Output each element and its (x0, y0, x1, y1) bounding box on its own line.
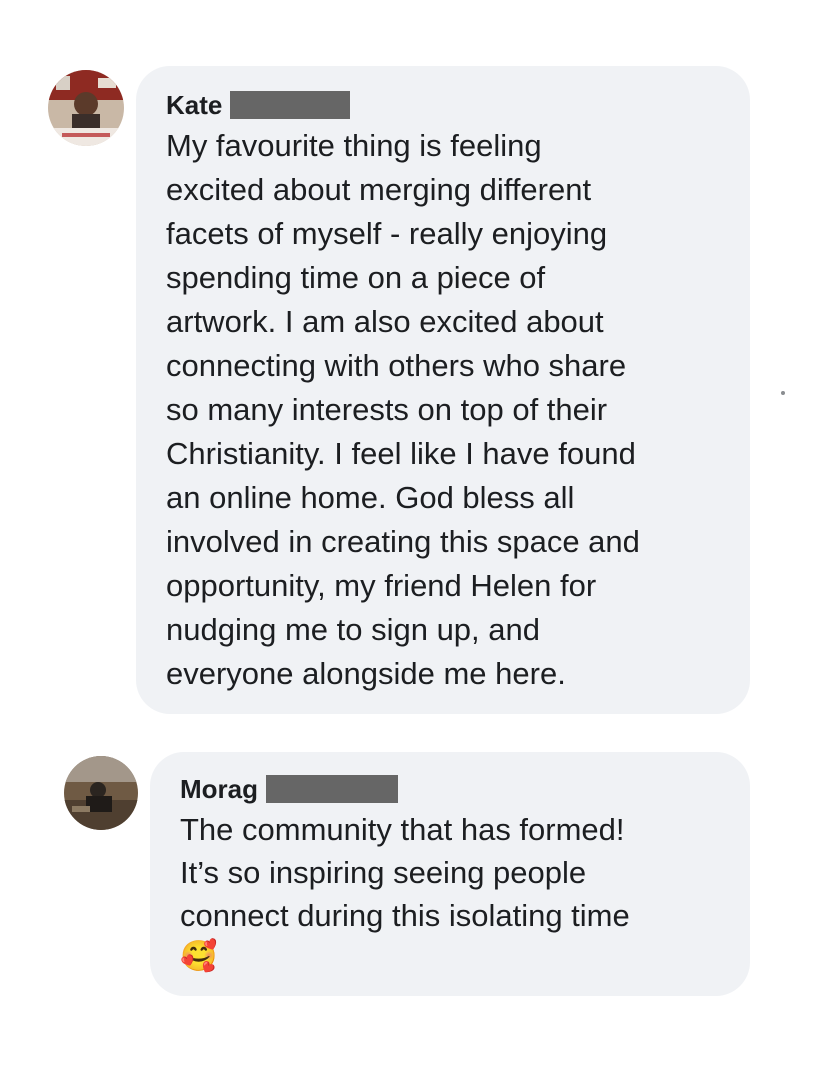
avatar-kate[interactable] (48, 70, 124, 146)
author-row: Kate (166, 90, 722, 120)
comment-line: an online home. God bless all (166, 480, 575, 515)
author-name[interactable]: Kate (166, 90, 222, 120)
comment-line: facets of myself - really enjoying (166, 216, 608, 251)
comment-bubble: Morag The community that has formed! It’… (150, 752, 750, 996)
profile-photo-icon (48, 70, 124, 146)
comment-line: connect during this isolating time (180, 898, 630, 933)
comment-line: spending time on a piece of (166, 260, 546, 295)
comment-line: It’s so inspiring seeing people (180, 855, 587, 890)
comment-bubble: Kate My favourite thing is feeling excit… (136, 66, 750, 714)
comment-text: The community that has formed! It’s so i… (180, 808, 722, 977)
comment-line: artwork. I am also excited about (166, 304, 604, 339)
comment-line: so many interests on top of their (166, 392, 608, 427)
redacted-surname (266, 775, 398, 803)
comment-line: Christianity. I feel like I have found (166, 436, 636, 471)
comment-line: connecting with others who share (166, 348, 627, 383)
author-name[interactable]: Morag (180, 774, 258, 804)
comment-line: everyone alongside me here. (166, 656, 566, 691)
smiling-hearts-emoji-icon: 🥰 (180, 940, 218, 973)
comment-line: involved in creating this space and (166, 524, 640, 559)
comment-line: My favourite thing is feeling (166, 128, 542, 163)
profile-photo-icon (64, 756, 138, 830)
options-dot-icon[interactable] (781, 391, 785, 395)
comment-line: excited about merging different (166, 172, 592, 207)
author-row: Morag (180, 774, 722, 804)
comment-text: My favourite thing is feeling excited ab… (166, 124, 722, 696)
redacted-surname (230, 91, 351, 119)
comment-line: nudging me to sign up, and (166, 612, 540, 647)
comment-line: opportunity, my friend Helen for (166, 568, 597, 603)
comment-line: The community that has formed! (180, 812, 625, 847)
avatar-morag[interactable] (64, 756, 138, 830)
